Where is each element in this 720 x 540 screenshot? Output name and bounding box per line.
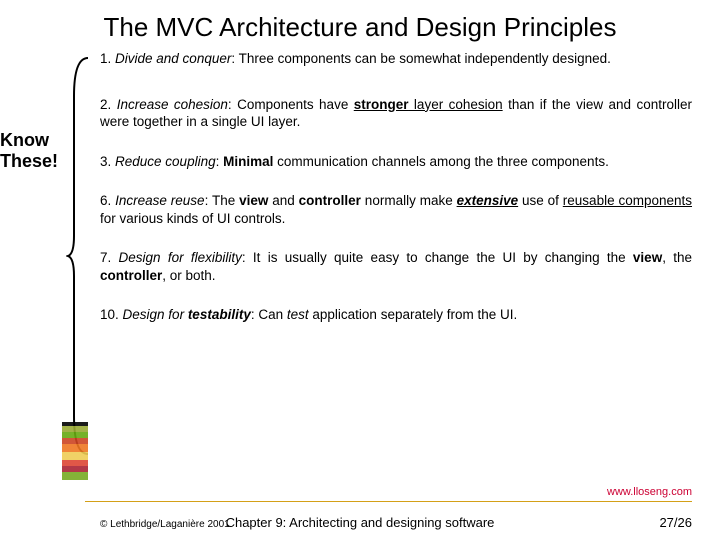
p3-name: Reduce coupling [115,154,216,169]
p7-name: Design for flexibility [119,250,242,265]
p3-num: 3. [100,154,115,169]
principle-3: 3. Reduce coupling: Minimal communicatio… [100,153,692,171]
p10-name2: testability [188,307,251,322]
decorative-strip [62,422,88,480]
principle-1: 1. Divide and conquer: Three components … [100,50,692,68]
chapter-text: Chapter 9: Architecting and designing so… [226,515,495,530]
p6-t2: and [268,193,298,208]
p1-name: Divide and conquer [115,51,231,66]
p7-ctrl: controller [100,268,162,283]
principle-7: 7. Design for flexibility: It is usually… [100,249,692,284]
p2-name: Increase cohesion [117,97,228,112]
p6-num: 6. [100,193,115,208]
p2-stronger: stronger [354,97,409,112]
copyright-text: © Lethbridge/Laganière 2001 [100,519,230,530]
p2-t1: : Components have [228,97,354,112]
p7-t3: , or both. [162,268,215,283]
p3-minimal: Minimal [223,154,273,169]
slide-title: The MVC Architecture and Design Principl… [0,0,720,51]
p10-name1: Design for [123,307,188,322]
p1-num: 1. [100,51,115,66]
p6-t4: use of [518,193,563,208]
p7-num: 7. [100,250,119,265]
divider [85,501,692,502]
footer: © Lethbridge/Laganière 2001 Chapter 9: A… [0,508,720,530]
annot-line2: These! [0,151,58,171]
p10-test: test [287,307,309,322]
p7-view: view [633,250,662,265]
p6-reusable: reusable components [563,193,692,208]
p10-t2: application separately from the UI. [309,307,518,322]
p6-t5: for various kinds of UI controls. [100,211,285,226]
p1-text: : Three components can be somewhat indep… [231,51,611,66]
p10-t1: : Can [251,307,287,322]
page-number: 27/26 [659,515,692,530]
p10-num: 10. [100,307,123,322]
p7-t2: , the [662,250,692,265]
p7-t1: : It is usually quite easy to change the… [242,250,633,265]
p6-extensive: extensive [457,193,519,208]
p6-t3: normally make [361,193,457,208]
p6-view: view [239,193,268,208]
principle-10: 10. Design for testability: Can test app… [100,306,692,324]
annot-line1: Know [0,130,49,150]
p2-num: 2. [100,97,117,112]
principle-2: 2. Increase cohesion: Components have st… [100,96,692,131]
p3-t1: : [216,154,224,169]
principle-6: 6. Increase reuse: The view and controll… [100,192,692,227]
url-text: www.lloseng.com [607,486,692,498]
p6-ctrl: controller [299,193,361,208]
principles-list: 1. Divide and conquer: Three components … [100,50,692,480]
p6-name: Increase reuse [115,193,204,208]
brace-icon [66,56,96,456]
p6-t1: : The [205,193,240,208]
annotation-know-these: Know These! [0,130,60,171]
p2-t2: layer cohesion [409,97,503,112]
p3-t2: communication channels among the three c… [273,154,608,169]
